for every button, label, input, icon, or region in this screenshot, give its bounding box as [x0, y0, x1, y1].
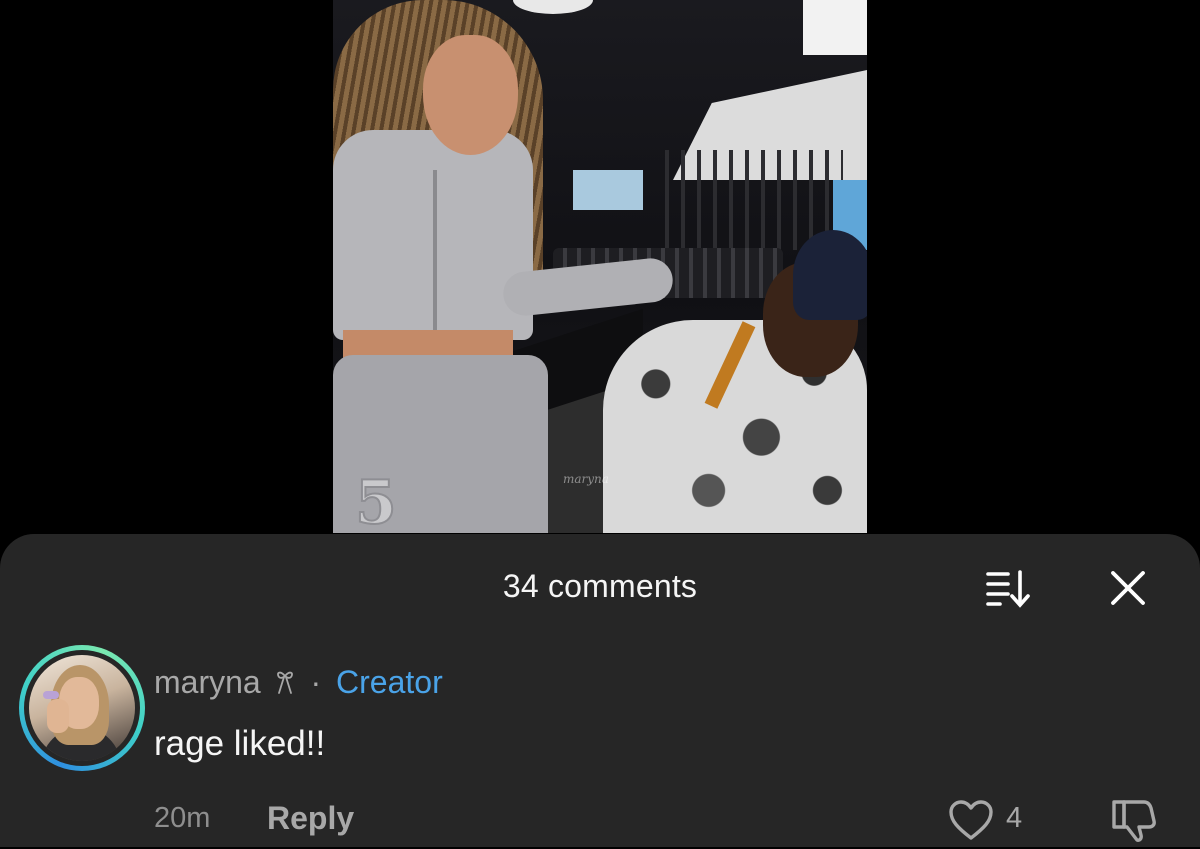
video-watermark: maryna: [563, 472, 609, 486]
avatar[interactable]: [19, 645, 145, 771]
comment-username[interactable]: maryna: [154, 664, 261, 700]
ceiling-light: [513, 0, 593, 14]
comments-sheet: 34 comments maryna · Creator rage liked!…: [0, 534, 1200, 847]
creator-badge: Creator: [336, 664, 443, 700]
comment-timestamp: 20m: [154, 802, 211, 834]
separator-dot: ·: [310, 664, 322, 700]
jacket-zipper: [433, 170, 437, 330]
comment-header: maryna · Creator: [154, 664, 443, 701]
video-player[interactable]: 5 maryna: [333, 0, 867, 533]
reply-button[interactable]: Reply: [267, 800, 354, 837]
like-count: 4: [1006, 802, 1023, 834]
comment-text: rage liked!!: [154, 724, 326, 763]
ceiling-panel: [803, 0, 867, 55]
bow-icon: [274, 666, 296, 694]
woman-face: [423, 35, 518, 155]
avatar-photo: [29, 655, 135, 761]
thumbs-down-icon[interactable]: [1110, 796, 1158, 844]
heart-icon[interactable]: [948, 799, 994, 841]
sort-icon[interactable]: [984, 564, 1034, 612]
sweatpants-number: 5: [354, 467, 398, 533]
gym-window: [573, 170, 643, 210]
man-beanie: [793, 230, 867, 320]
close-icon[interactable]: [1108, 568, 1148, 608]
